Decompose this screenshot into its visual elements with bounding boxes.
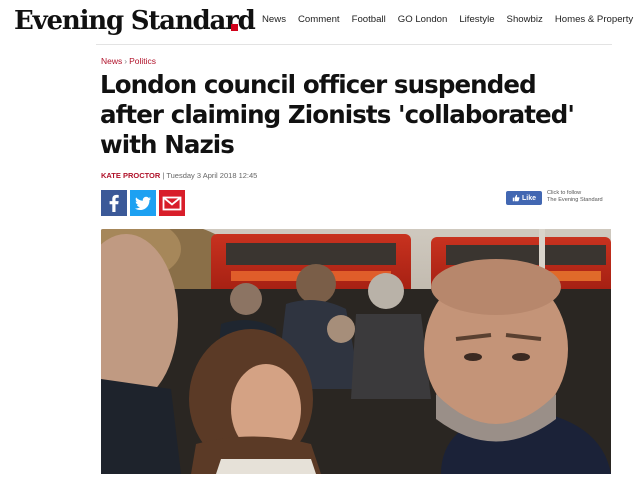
thumbs-up-icon [512,194,520,202]
facebook-icon [109,194,119,212]
publish-date: Tuesday 3 April 2018 12:45 [166,171,258,180]
like-label: Like [521,194,536,202]
nav-item-showbiz[interactable]: Showbiz [507,14,543,25]
follow-caption: Click to follow The Evening Standard [547,190,603,204]
byline: KATE PROCTOR | Tuesday 3 April 2018 12:4… [101,171,257,180]
nav-item-football[interactable]: Football [352,14,386,25]
email-share-button[interactable] [159,190,185,216]
breadcrumb-separator-icon: › [124,56,128,66]
nav-item-news[interactable]: News [262,14,286,25]
twitter-share-button[interactable] [130,190,156,216]
main-nav: News Comment Football GO London Lifestyl… [262,14,633,25]
email-icon [162,196,182,211]
twitter-icon [135,196,151,210]
article-hero-image[interactable] [101,229,611,474]
breadcrumb-politics[interactable]: Politics [129,56,156,66]
follow-caption-line2: The Evening Standard [547,197,603,203]
site-logo[interactable]: Evening Standard [14,6,256,36]
hero-photo [101,229,611,474]
article-headline: London council officer suspended after c… [100,70,575,159]
breadcrumb-news[interactable]: News [101,56,122,66]
site-header: Evening Standard News Comment Football G… [0,0,640,44]
nav-item-comment[interactable]: Comment [298,14,340,25]
facebook-like-button[interactable]: Like [506,191,542,205]
logo-dot [231,24,238,31]
nav-item-homes-property[interactable]: Homes & Property [555,14,633,25]
breadcrumb: News › Politics [101,56,156,66]
follow-caption-line1: Click to follow [547,190,582,196]
author-name[interactable]: KATE PROCTOR [101,171,160,180]
share-bar [101,190,185,216]
facebook-share-button[interactable] [101,190,127,216]
nav-item-go-london[interactable]: GO London [398,14,448,25]
nav-item-lifestyle[interactable]: Lifestyle [459,14,494,25]
header-divider [96,44,612,45]
